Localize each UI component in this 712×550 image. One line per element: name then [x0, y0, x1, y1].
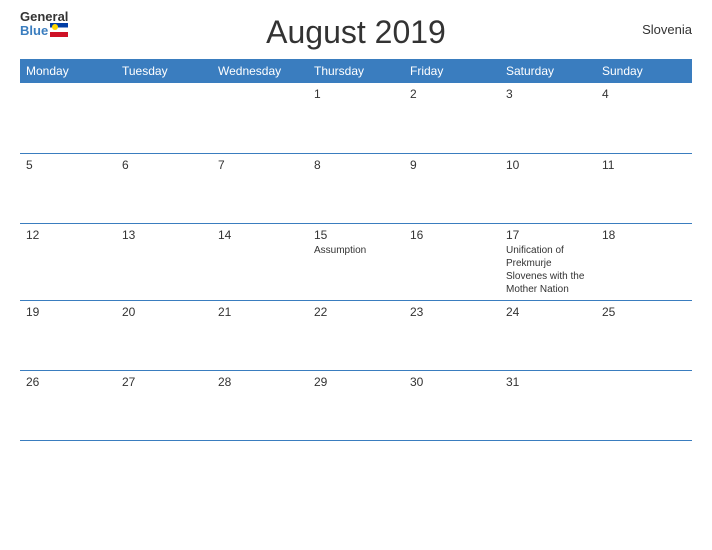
calendar-day — [596, 370, 692, 440]
calendar-day: 28 — [212, 370, 308, 440]
calendar-day: 10 — [500, 153, 596, 223]
day-number: 29 — [314, 375, 398, 389]
day-number: 17 — [506, 228, 590, 242]
header: General Blue August 2019 Slovenia — [0, 0, 712, 59]
day-number: 2 — [410, 87, 494, 101]
calendar-day: 15 Assumption — [308, 223, 404, 300]
calendar-day: 30 — [404, 370, 500, 440]
day-event: Assumption — [314, 244, 398, 257]
day-number: 21 — [218, 305, 302, 319]
calendar-day: 1 — [308, 83, 404, 153]
day-number: 30 — [410, 375, 494, 389]
day-number: 23 — [410, 305, 494, 319]
day-number: 13 — [122, 228, 206, 242]
day-number: 1 — [314, 87, 398, 101]
day-number: 24 — [506, 305, 590, 319]
day-number: 19 — [26, 305, 110, 319]
day-number: 27 — [122, 375, 206, 389]
day-number: 18 — [602, 228, 686, 242]
calendar-body: 123456789101112131415Assumption1617Unifi… — [20, 83, 692, 440]
calendar-day: 20 — [116, 300, 212, 370]
calendar-day: 29 — [308, 370, 404, 440]
day-number: 9 — [410, 158, 494, 172]
logo-blue-text: Blue — [20, 23, 68, 37]
calendar-week-row: 56789 10 11 — [20, 153, 692, 223]
calendar-day: 16 — [404, 223, 500, 300]
calendar-day: 27 — [116, 370, 212, 440]
weekday-thursday: Thursday — [308, 59, 404, 83]
day-number: 3 — [506, 87, 590, 101]
calendar-day — [116, 83, 212, 153]
day-event: Unification of Prekmurje Slovenes with t… — [506, 244, 590, 296]
day-number: 20 — [122, 305, 206, 319]
calendar-day: 22 — [308, 300, 404, 370]
weekday-wednesday: Wednesday — [212, 59, 308, 83]
calendar-day: 17 Unification of Prekmurje Slovenes with… — [500, 223, 596, 300]
calendar-day: 11 — [596, 153, 692, 223]
weekday-friday: Friday — [404, 59, 500, 83]
calendar-week-row: 1234 — [20, 83, 692, 153]
weekday-saturday: Saturday — [500, 59, 596, 83]
country-label: Slovenia — [642, 22, 692, 37]
day-number: 14 — [218, 228, 302, 242]
day-number: 7 — [218, 158, 302, 172]
calendar-day: 14 — [212, 223, 308, 300]
day-number: 25 — [602, 305, 686, 319]
calendar-day — [20, 83, 116, 153]
day-number: 31 — [506, 375, 590, 389]
calendar-day: 8 — [308, 153, 404, 223]
calendar-day: 7 — [212, 153, 308, 223]
day-number: 8 — [314, 158, 398, 172]
calendar-day — [212, 83, 308, 153]
calendar-header: Monday Tuesday Wednesday Thursday Friday… — [20, 59, 692, 83]
calendar-day: 12 — [20, 223, 116, 300]
day-number: 4 — [602, 87, 686, 101]
calendar-week-row: 12 13 14 15 Assumption 16 17 Unification of Pre… — [20, 223, 692, 300]
calendar-table: Monday Tuesday Wednesday Thursday Friday… — [20, 59, 692, 441]
calendar-week-row: 26 27 28 29 30 31 — [20, 370, 692, 440]
day-number: 12 — [26, 228, 110, 242]
logo-general-text: General — [20, 10, 68, 23]
month-title: August 2019 — [266, 14, 446, 51]
weekday-header-row: Monday Tuesday Wednesday Thursday Friday… — [20, 59, 692, 83]
page: General Blue August 2019 Slovenia Monday… — [0, 0, 712, 550]
weekday-monday: Monday — [20, 59, 116, 83]
day-number: 22 — [314, 305, 398, 319]
calendar-day: 18 — [596, 223, 692, 300]
weekday-tuesday: Tuesday — [116, 59, 212, 83]
calendar-day: 4 — [596, 83, 692, 153]
calendar-day: 26 — [20, 370, 116, 440]
calendar-week-row: 19 20 21 22 23 24 25 — [20, 300, 692, 370]
calendar-day: 2 — [404, 83, 500, 153]
calendar-day: 23 — [404, 300, 500, 370]
day-number: 6 — [122, 158, 206, 172]
calendar-day: 31 — [500, 370, 596, 440]
weekday-sunday: Sunday — [596, 59, 692, 83]
calendar-day: 3 — [500, 83, 596, 153]
calendar-day: 9 — [404, 153, 500, 223]
day-number: 16 — [410, 228, 494, 242]
day-number: 26 — [26, 375, 110, 389]
calendar-day: 21 — [212, 300, 308, 370]
calendar-day: 19 — [20, 300, 116, 370]
calendar-day: 6 — [116, 153, 212, 223]
day-number: 28 — [218, 375, 302, 389]
calendar-day: 5 — [20, 153, 116, 223]
calendar-day: 13 — [116, 223, 212, 300]
calendar-day: 24 — [500, 300, 596, 370]
day-number: 10 — [506, 158, 590, 172]
day-number: 15 — [314, 228, 398, 242]
day-number: 5 — [26, 158, 110, 172]
calendar-day: 25 — [596, 300, 692, 370]
logo: General Blue — [20, 10, 68, 37]
logo-flag-icon — [50, 23, 68, 37]
day-number: 11 — [602, 158, 686, 172]
